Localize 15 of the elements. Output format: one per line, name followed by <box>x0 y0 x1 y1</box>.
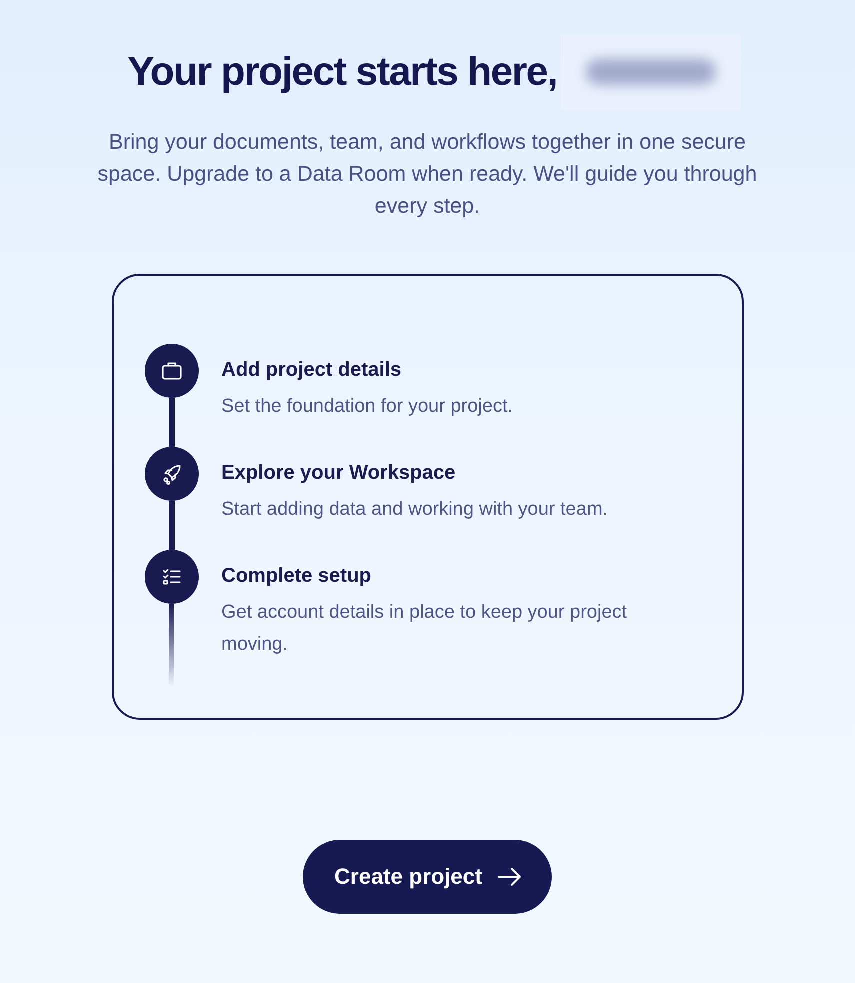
briefcase-icon <box>144 344 198 398</box>
timeline-connector <box>168 398 174 447</box>
step-title: Add project details <box>222 358 403 383</box>
step-title: Complete setup <box>222 564 373 589</box>
timeline-connector <box>168 501 174 550</box>
step-description: Set the foundation for your project. <box>222 395 514 419</box>
checklist-icon <box>144 550 198 604</box>
intro-text: Bring your documents, team, and workflows together in one secure space. Upgrade to a Data Room when ready. We'll guide you through every step. <box>96 129 758 220</box>
page-heading: Your project starts here, <box>128 49 558 96</box>
rocket-icon <box>144 447 198 501</box>
step-description: Get account details in place to keep your project moving. <box>222 601 628 657</box>
create-project-button[interactable]: Create project <box>302 840 552 914</box>
arrow-right-icon <box>498 867 522 887</box>
step-title: Explore your Workspace <box>222 461 457 486</box>
step-description: Start adding data and working with your team. <box>222 498 610 522</box>
